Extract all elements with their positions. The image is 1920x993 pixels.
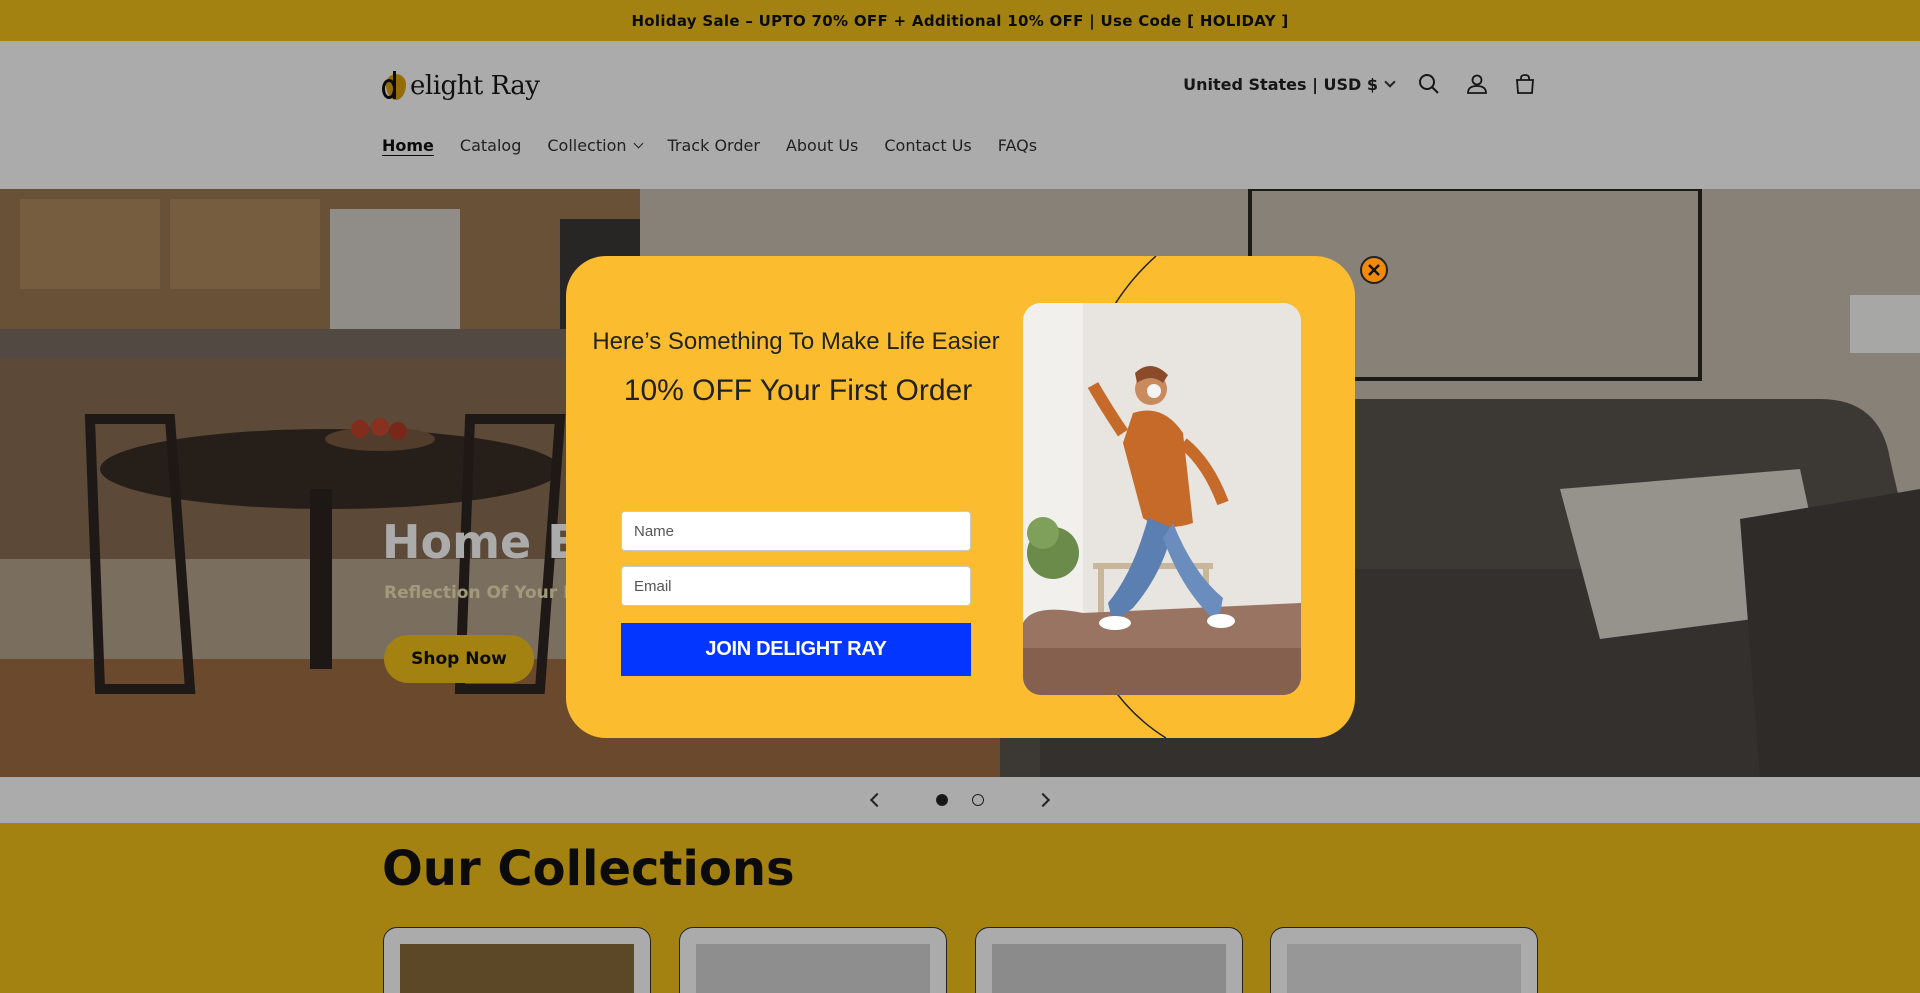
email-field[interactable] (621, 566, 971, 606)
popup-headline: Here’s Something To Make Life Easier (592, 328, 1000, 355)
close-popup-button[interactable] (1360, 256, 1388, 284)
popup-offer: 10% OFF Your First Order (623, 374, 973, 407)
signup-popup: Here’s Something To Make Life Easier 10%… (566, 256, 1355, 738)
close-icon (1368, 264, 1380, 276)
name-field[interactable] (621, 511, 971, 551)
join-button[interactable]: JOIN DELIGHT RAY (621, 623, 971, 676)
popup-photo (1023, 303, 1301, 695)
